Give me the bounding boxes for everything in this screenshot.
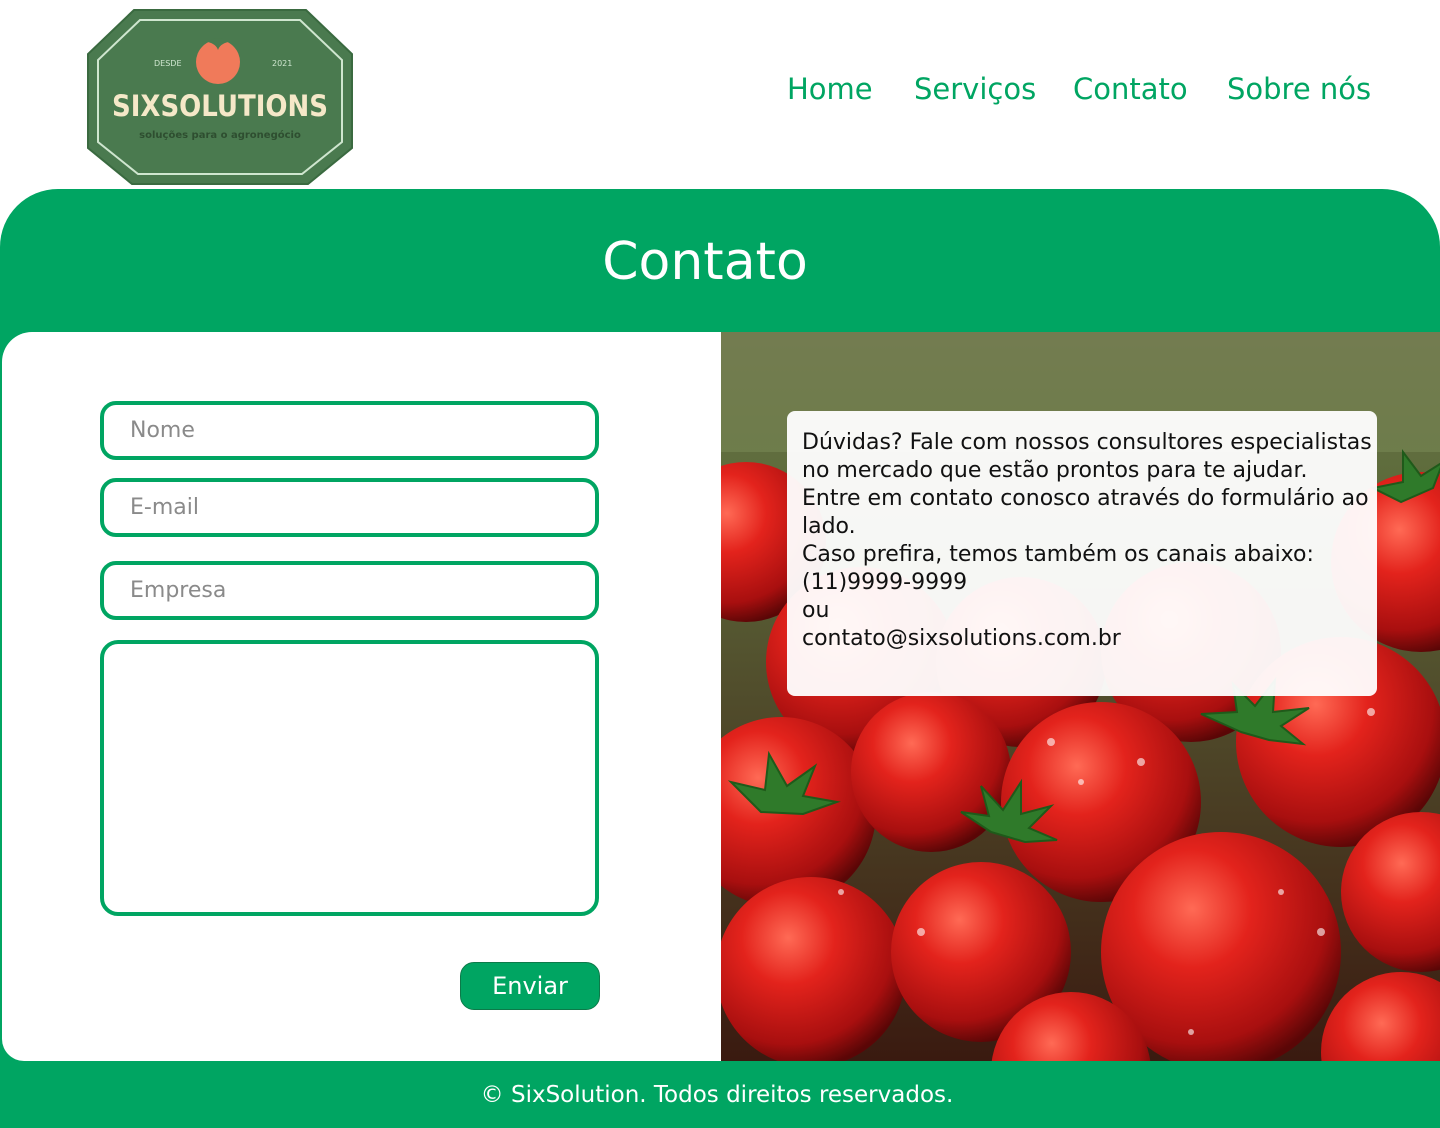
page-title: Contato <box>602 232 808 292</box>
company-field[interactable] <box>100 561 599 620</box>
nav-home[interactable]: Home <box>787 72 873 106</box>
copyright-text: © SixSolution. Todos direitos reservados… <box>480 1082 954 1108</box>
site-header: DESDE 2021 SIXSOLUTIONS soluções para o … <box>0 0 1440 190</box>
nav-sobre-nos[interactable]: Sobre nós <box>1227 72 1371 106</box>
svg-text:soluções para o agronegócio: soluções para o agronegócio <box>139 129 301 141</box>
nav-servicos[interactable]: Serviços <box>914 72 1036 106</box>
svg-text:DESDE: DESDE <box>154 59 182 68</box>
email-link[interactable]: contato@sixsolutions.com.br <box>802 625 1363 653</box>
info-line: Caso prefira, temos também os canais aba… <box>802 542 1314 567</box>
svg-text:SIXSOLUTIONS: SIXSOLUTIONS <box>112 89 328 123</box>
message-field[interactable] <box>100 640 599 916</box>
nav-contato[interactable]: Contato <box>1073 72 1188 106</box>
email-field[interactable] <box>100 478 599 537</box>
info-line: ou <box>802 598 830 623</box>
name-field[interactable] <box>100 401 599 460</box>
info-line: lado. <box>802 514 856 539</box>
contact-info-box: Dúvidas? Fale com nossos consultores esp… <box>787 411 1377 696</box>
brand-logo[interactable]: DESDE 2021 SIXSOLUTIONS soluções para o … <box>86 6 354 186</box>
phone-number[interactable]: (11)9999-9999 <box>802 569 1363 597</box>
svg-text:2021: 2021 <box>272 59 292 68</box>
send-button[interactable]: Enviar <box>460 962 600 1010</box>
info-line: Entre em contato conosco através do form… <box>802 486 1369 511</box>
info-line: no mercado que estão prontos para te aju… <box>802 458 1308 483</box>
info-line: Dúvidas? Fale com nossos consultores esp… <box>802 430 1372 455</box>
